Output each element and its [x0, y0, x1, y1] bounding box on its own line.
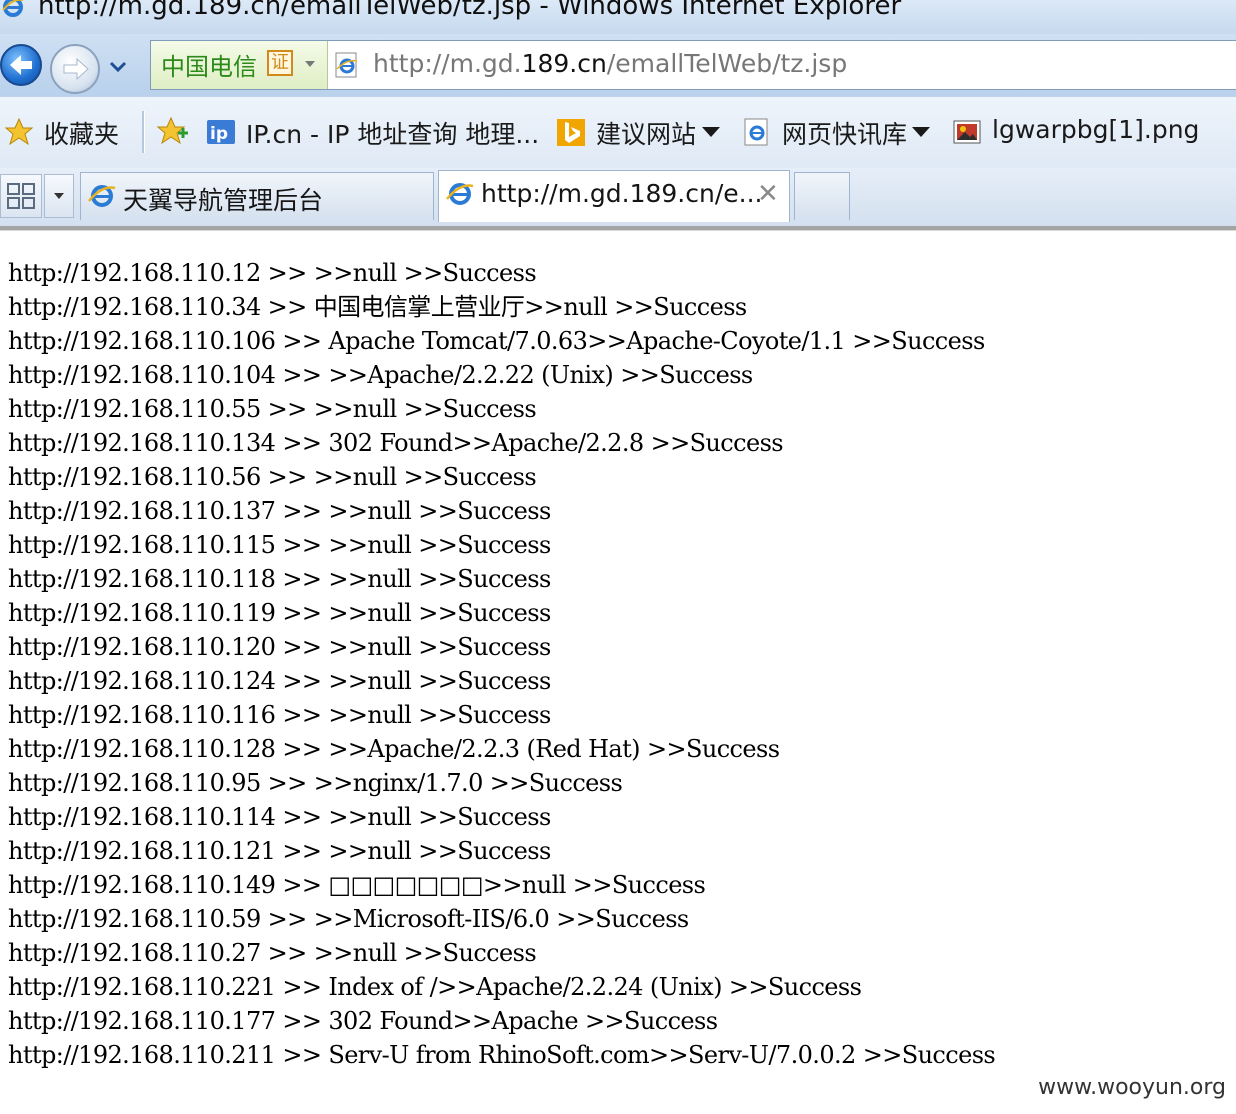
- result-line: http://192.168.110.95 >> >>nginx/1.7.0 >…: [8, 769, 623, 797]
- result-line: http://192.168.110.59 >> >>Microsoft-IIS…: [8, 905, 689, 933]
- ie-page-icon: [335, 52, 358, 78]
- result-line: http://192.168.110.121 >> >>null >>Succe…: [8, 837, 551, 865]
- ipcn-icon: ip: [207, 120, 235, 144]
- tab-bar: 天翼导航管理后台 http://m.gd.189.cn/e... ✕: [0, 168, 1236, 226]
- isp-label: 中国电信: [161, 53, 257, 81]
- chevron-down-icon[interactable]: [912, 127, 930, 137]
- new-tab-button[interactable]: [794, 172, 850, 220]
- result-line: http://192.168.110.34 >> 中国电信掌上营业厅>>null…: [8, 293, 747, 321]
- tab-current-page[interactable]: http://m.gd.189.cn/e... ✕: [438, 170, 790, 222]
- favorite-item-label: lgwarpbg[1].png: [992, 115, 1200, 144]
- result-line: http://192.168.110.27 >> >>null >>Succes…: [8, 939, 537, 967]
- result-line: http://192.168.110.120 >> >>null >>Succe…: [8, 633, 551, 661]
- bing-icon: [557, 119, 585, 146]
- chevron-down-icon[interactable]: [702, 127, 720, 137]
- result-line: http://192.168.110.114 >> >>null >>Succe…: [8, 803, 551, 831]
- quick-tabs-button[interactable]: [0, 174, 42, 218]
- tab-tianyi-nav-admin[interactable]: 天翼导航管理后台: [80, 172, 434, 220]
- address-bar[interactable]: 中国电信 证 http://m.gd.189.cn/emallTelWeb/tz…: [150, 40, 1236, 90]
- result-line: http://192.168.110.177 >> 302 Found>>Apa…: [8, 1007, 718, 1035]
- tab-label: http://m.gd.189.cn/e...: [481, 179, 763, 208]
- url-suffix: /emallTelWeb/tz.jsp: [606, 49, 848, 78]
- isp-dropdown-icon[interactable]: [303, 57, 317, 71]
- result-line: http://192.168.110.124 >> >>null >>Succe…: [8, 667, 551, 695]
- result-line: http://192.168.110.211 >> Serv-U from Rh…: [8, 1041, 996, 1069]
- title-bar: http://m.gd.189.cn/emallTelWeb/tz.jsp - …: [0, 0, 1236, 34]
- history-dropdown-icon[interactable]: [108, 56, 128, 76]
- url-prefix: http://m.gd.: [373, 49, 522, 78]
- favorites-label: 收藏夹: [44, 120, 120, 149]
- ie-logo-icon: [2, 0, 23, 17]
- ie-logo-icon: [446, 183, 474, 205]
- star-icon: [4, 117, 34, 146]
- result-line: http://192.168.110.149 >> □□□□□□□>>null …: [8, 871, 706, 899]
- favorite-item-label: 网页快讯库: [782, 120, 908, 149]
- chevron-down-icon: [54, 193, 64, 199]
- result-line: http://192.168.110.106 >> Apache Tomcat/…: [8, 327, 985, 355]
- certificate-icon[interactable]: 证: [267, 50, 293, 76]
- result-line: http://192.168.110.118 >> >>null >>Succe…: [8, 565, 551, 593]
- page-content: http://192.168.110.12 >> >>null >>Succes…: [8, 256, 1228, 1072]
- window-title: http://m.gd.189.cn/emallTelWeb/tz.jsp - …: [38, 0, 902, 21]
- tab-label: 天翼导航管理后台: [123, 186, 324, 215]
- back-arrow-icon: [10, 55, 32, 75]
- isp-badge[interactable]: 中国电信 证: [151, 41, 328, 89]
- tab-list-button[interactable]: [44, 174, 74, 218]
- result-line: http://192.168.110.12 >> >>null >>Succes…: [8, 259, 537, 287]
- result-line: http://192.168.110.137 >> >>null >>Succe…: [8, 497, 551, 525]
- result-line: http://192.168.110.115 >> >>null >>Succe…: [8, 531, 551, 559]
- grid-icon: [7, 183, 35, 209]
- result-line: http://192.168.110.116 >> >>null >>Succe…: [8, 701, 551, 729]
- result-line: http://192.168.110.119 >> >>null >>Succe…: [8, 599, 551, 627]
- ie-page-icon: [744, 118, 768, 146]
- url-input[interactable]: http://m.gd.189.cn/emallTelWeb/tz.jsp: [373, 49, 847, 78]
- favorite-item-label: IP.cn - IP 地址查询 地理...: [246, 120, 540, 149]
- ie-logo-icon: [88, 185, 116, 207]
- browser-window: http://m.gd.189.cn/emallTelWeb/tz.jsp - …: [0, 0, 1236, 1114]
- svg-text:ip: ip: [210, 124, 228, 144]
- forward-button[interactable]: [50, 44, 100, 94]
- url-domain: 189.cn: [521, 49, 607, 78]
- result-line: http://192.168.110.56 >> >>null >>Succes…: [8, 463, 537, 491]
- result-line: http://192.168.110.55 >> >>null >>Succes…: [8, 395, 537, 423]
- image-file-icon: [953, 120, 981, 144]
- close-icon[interactable]: ✕: [757, 179, 779, 209]
- navigation-bar: 中国电信 证 http://m.gd.189.cn/emallTelWeb/tz…: [0, 34, 1236, 96]
- add-favorite-icon[interactable]: [156, 115, 190, 149]
- watermark: www.wooyun.org: [1038, 1075, 1226, 1100]
- forward-arrow-icon: [63, 57, 89, 81]
- result-line: http://192.168.110.221 >> Index of />>Ap…: [8, 973, 862, 1001]
- result-line: http://192.168.110.128 >> >>Apache/2.2.3…: [8, 735, 780, 763]
- favorites-bar: 收藏夹 ip IP.cn - IP 地址查询 地理... 建议网站 网页快讯库 …: [0, 96, 1236, 169]
- result-line: http://192.168.110.104 >> >>Apache/2.2.2…: [8, 361, 753, 389]
- result-line: http://192.168.110.134 >> 302 Found>>Apa…: [8, 429, 784, 457]
- favorite-item-label: 建议网站: [596, 120, 697, 149]
- back-button[interactable]: [0, 44, 42, 86]
- favorites-separator: [142, 111, 145, 153]
- content-divider: [0, 226, 1236, 231]
